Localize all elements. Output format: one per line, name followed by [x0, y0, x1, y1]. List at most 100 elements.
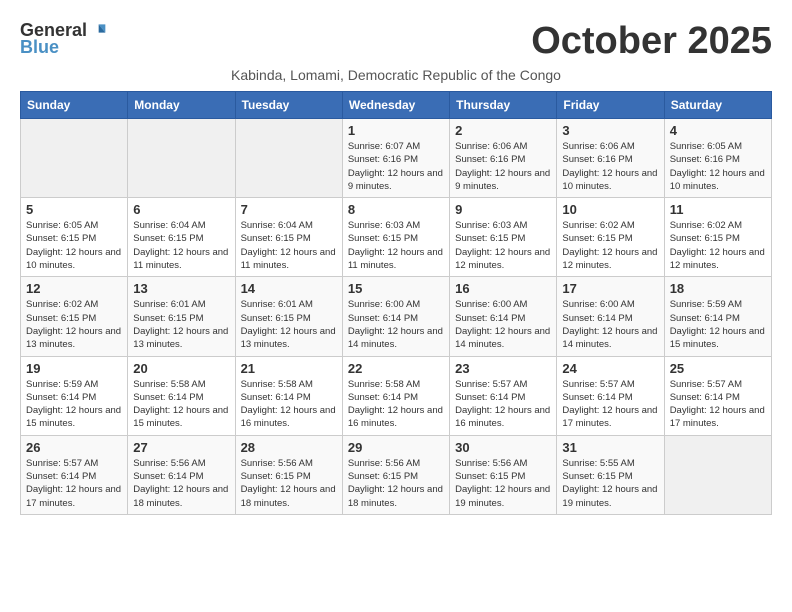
day-cell: 7 Sunrise: 6:04 AM Sunset: 6:15 PM Daylig…	[235, 198, 342, 277]
day-cell: 9 Sunrise: 6:03 AM Sunset: 6:15 PM Daylig…	[450, 198, 557, 277]
day-cell: 30Sunrise: 5:56 AM Sunset: 6:15 PM Dayli…	[450, 435, 557, 514]
day-number: 15	[348, 281, 444, 296]
day-cell: 3Sunrise: 6:06 AM Sunset: 6:16 PM Daylig…	[557, 119, 664, 198]
day-info: Sunrise: 5:56 AM Sunset: 6:15 PM Dayligh…	[348, 457, 444, 510]
day-number: 1	[348, 123, 444, 138]
day-cell	[21, 119, 128, 198]
day-info: Sunrise: 5:57 AM Sunset: 6:14 PM Dayligh…	[670, 378, 766, 431]
day-cell: 1 Sunrise: 6:07 AM Sunset: 6:16 PM Daylig…	[342, 119, 449, 198]
day-info: Sunrise: 5:59 AM Sunset: 6:14 PM Dayligh…	[670, 298, 766, 351]
day-info: Sunrise: 6:01 AM Sunset: 6:15 PM Dayligh…	[241, 298, 337, 351]
day-number: 29	[348, 440, 444, 455]
weekday-header-thursday: Thursday	[450, 92, 557, 119]
day-number: 2	[455, 123, 551, 138]
day-info: Sunrise: 5:56 AM Sunset: 6:14 PM Dayligh…	[133, 457, 229, 510]
day-info: Sunrise: 5:55 AM Sunset: 6:15 PM Dayligh…	[562, 457, 658, 510]
day-info: Sunrise: 5:57 AM Sunset: 6:14 PM Dayligh…	[26, 457, 122, 510]
day-number: 16	[455, 281, 551, 296]
day-info: Sunrise: 6:00 AM Sunset: 6:14 PM Dayligh…	[562, 298, 658, 351]
subtitle: Kabinda, Lomami, Democratic Republic of …	[20, 67, 772, 83]
week-row-2: 5Sunrise: 6:05 AM Sunset: 6:15 PM Daylig…	[21, 198, 772, 277]
day-number: 17	[562, 281, 658, 296]
day-info: Sunrise: 6:03 AM Sunset: 6:15 PM Dayligh…	[455, 219, 551, 272]
day-info: Sunrise: 6:05 AM Sunset: 6:15 PM Dayligh…	[26, 219, 122, 272]
day-cell: 22 Sunrise: 5:58 AM Sunset: 6:14 PM Dayli…	[342, 356, 449, 435]
day-info: Sunrise: 6:05 AM Sunset: 6:16 PM Dayligh…	[670, 140, 766, 193]
day-info: Sunrise: 6:01 AM Sunset: 6:15 PM Dayligh…	[133, 298, 229, 351]
day-cell: 25 Sunrise: 5:57 AM Sunset: 6:14 PM Dayli…	[664, 356, 771, 435]
day-cell: 5Sunrise: 6:05 AM Sunset: 6:15 PM Daylig…	[21, 198, 128, 277]
day-info: Sunrise: 6:04 AM Sunset: 6:15 PM Dayligh…	[241, 219, 337, 272]
day-number: 14	[241, 281, 337, 296]
day-number: 20	[133, 361, 229, 376]
day-number: 27	[133, 440, 229, 455]
day-number: 11	[670, 202, 766, 217]
day-info: Sunrise: 6:06 AM Sunset: 6:16 PM Dayligh…	[455, 140, 551, 193]
day-cell: 28 Sunrise: 5:56 AM Sunset: 6:15 PM Dayli…	[235, 435, 342, 514]
logo-icon	[87, 21, 107, 41]
day-cell: 21 Sunrise: 5:58 AM Sunset: 6:14 PM Dayli…	[235, 356, 342, 435]
day-info: Sunrise: 5:58 AM Sunset: 6:14 PM Dayligh…	[348, 378, 444, 431]
day-info: Sunrise: 5:57 AM Sunset: 6:14 PM Dayligh…	[562, 378, 658, 431]
day-number: 4	[670, 123, 766, 138]
day-number: 18	[670, 281, 766, 296]
day-number: 3	[562, 123, 658, 138]
day-cell: 17 Sunrise: 6:00 AM Sunset: 6:14 PM Dayli…	[557, 277, 664, 356]
day-number: 25	[670, 361, 766, 376]
day-number: 6	[133, 202, 229, 217]
day-cell: 26 Sunrise: 5:57 AM Sunset: 6:14 PM Dayli…	[21, 435, 128, 514]
day-cell: 16 Sunrise: 6:00 AM Sunset: 6:14 PM Dayli…	[450, 277, 557, 356]
day-cell	[128, 119, 235, 198]
day-info: Sunrise: 5:59 AM Sunset: 6:14 PM Dayligh…	[26, 378, 122, 431]
day-info: Sunrise: 5:58 AM Sunset: 6:14 PM Dayligh…	[241, 378, 337, 431]
day-cell: 8Sunrise: 6:03 AM Sunset: 6:15 PM Daylig…	[342, 198, 449, 277]
day-cell	[664, 435, 771, 514]
day-cell: 18 Sunrise: 5:59 AM Sunset: 6:14 PM Dayli…	[664, 277, 771, 356]
weekday-header-wednesday: Wednesday	[342, 92, 449, 119]
day-number: 28	[241, 440, 337, 455]
day-number: 21	[241, 361, 337, 376]
day-cell: 31 Sunrise: 5:55 AM Sunset: 6:15 PM Dayli…	[557, 435, 664, 514]
day-number: 10	[562, 202, 658, 217]
day-number: 26	[26, 440, 122, 455]
day-info: Sunrise: 6:02 AM Sunset: 6:15 PM Dayligh…	[670, 219, 766, 272]
logo: General Blue	[20, 20, 107, 58]
day-number: 9	[455, 202, 551, 217]
day-number: 8	[348, 202, 444, 217]
page-header: General Blue October 2025	[20, 20, 772, 63]
weekday-header-saturday: Saturday	[664, 92, 771, 119]
day-info: Sunrise: 6:02 AM Sunset: 6:15 PM Dayligh…	[26, 298, 122, 351]
day-number: 22	[348, 361, 444, 376]
day-number: 24	[562, 361, 658, 376]
day-cell: 19Sunrise: 5:59 AM Sunset: 6:14 PM Dayli…	[21, 356, 128, 435]
month-title: October 2025	[531, 20, 772, 63]
day-cell: 12 Sunrise: 6:02 AM Sunset: 6:15 PM Dayli…	[21, 277, 128, 356]
calendar-table: SundayMondayTuesdayWednesdayThursdayFrid…	[20, 91, 772, 515]
day-cell: 27 Sunrise: 5:56 AM Sunset: 6:14 PM Dayli…	[128, 435, 235, 514]
week-row-5: 26 Sunrise: 5:57 AM Sunset: 6:14 PM Dayli…	[21, 435, 772, 514]
day-number: 12	[26, 281, 122, 296]
logo-blue-text: Blue	[20, 37, 59, 58]
day-info: Sunrise: 6:07 AM Sunset: 6:16 PM Dayligh…	[348, 140, 444, 193]
day-info: Sunrise: 6:00 AM Sunset: 6:14 PM Dayligh…	[348, 298, 444, 351]
day-cell: 15 Sunrise: 6:00 AM Sunset: 6:14 PM Dayli…	[342, 277, 449, 356]
day-number: 7	[241, 202, 337, 217]
day-info: Sunrise: 5:58 AM Sunset: 6:14 PM Dayligh…	[133, 378, 229, 431]
day-info: Sunrise: 5:56 AM Sunset: 6:15 PM Dayligh…	[455, 457, 551, 510]
day-number: 31	[562, 440, 658, 455]
day-cell: 10Sunrise: 6:02 AM Sunset: 6:15 PM Dayli…	[557, 198, 664, 277]
day-cell: 24 Sunrise: 5:57 AM Sunset: 6:14 PM Dayli…	[557, 356, 664, 435]
day-info: Sunrise: 5:56 AM Sunset: 6:15 PM Dayligh…	[241, 457, 337, 510]
weekday-header-tuesday: Tuesday	[235, 92, 342, 119]
day-info: Sunrise: 6:00 AM Sunset: 6:14 PM Dayligh…	[455, 298, 551, 351]
day-cell: 23Sunrise: 5:57 AM Sunset: 6:14 PM Dayli…	[450, 356, 557, 435]
day-cell: 14 Sunrise: 6:01 AM Sunset: 6:15 PM Dayli…	[235, 277, 342, 356]
weekday-header-sunday: Sunday	[21, 92, 128, 119]
day-cell: 11 Sunrise: 6:02 AM Sunset: 6:15 PM Dayli…	[664, 198, 771, 277]
day-cell: 29 Sunrise: 5:56 AM Sunset: 6:15 PM Dayli…	[342, 435, 449, 514]
day-info: Sunrise: 5:57 AM Sunset: 6:14 PM Dayligh…	[455, 378, 551, 431]
day-info: Sunrise: 6:04 AM Sunset: 6:15 PM Dayligh…	[133, 219, 229, 272]
weekday-header-monday: Monday	[128, 92, 235, 119]
day-cell: 20 Sunrise: 5:58 AM Sunset: 6:14 PM Dayli…	[128, 356, 235, 435]
weekday-header-row: SundayMondayTuesdayWednesdayThursdayFrid…	[21, 92, 772, 119]
